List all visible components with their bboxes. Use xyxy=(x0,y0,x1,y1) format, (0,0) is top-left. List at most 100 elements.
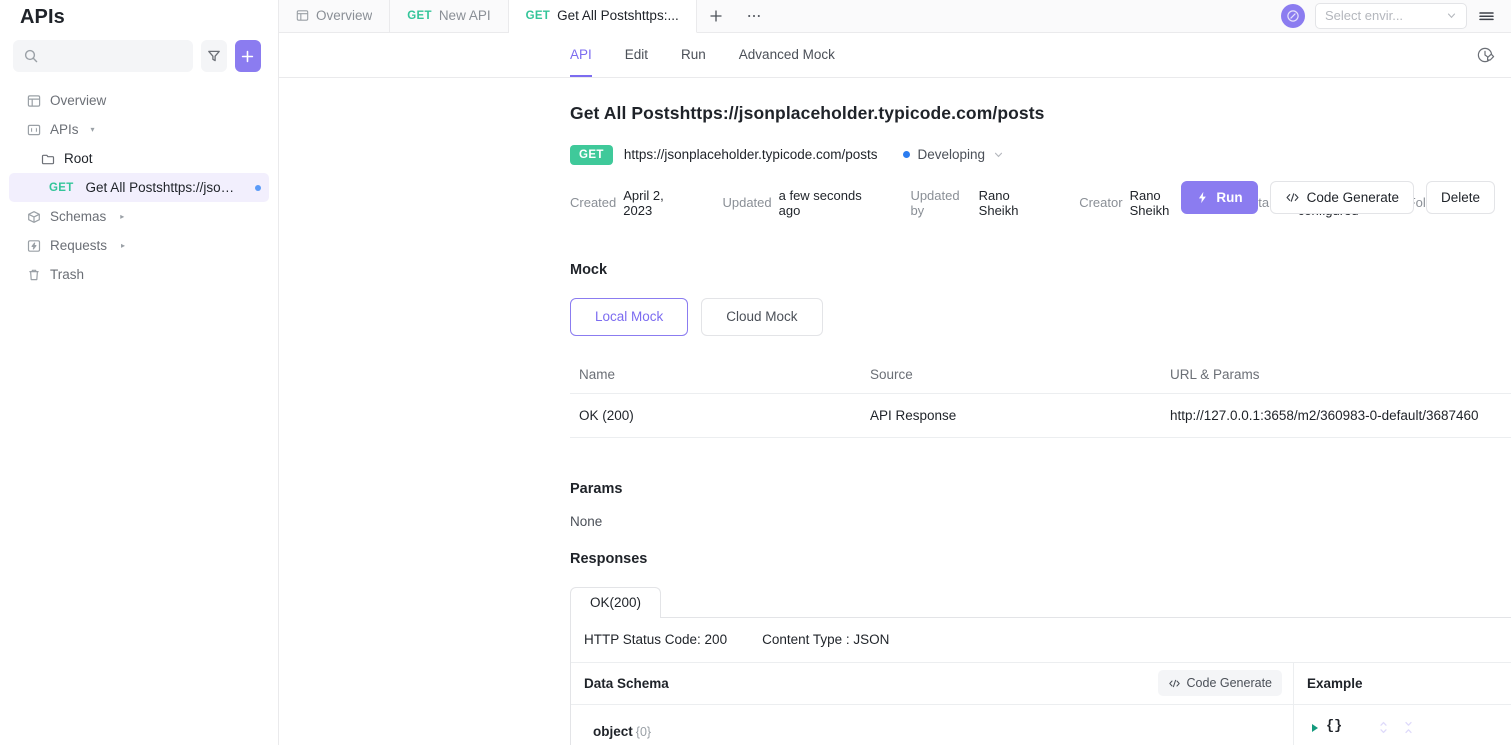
subtab-edit[interactable]: Edit xyxy=(625,33,648,77)
code-icon xyxy=(1168,679,1180,687)
search-box[interactable] xyxy=(13,40,193,72)
subtab-label: API xyxy=(570,47,592,63)
example-panel: Example {} xyxy=(1294,663,1511,745)
folder-icon xyxy=(41,152,55,166)
environment-placeholder: Select envir... xyxy=(1325,8,1404,24)
mock-table: Name Source URL & Params Actions OK (200… xyxy=(570,356,1511,438)
add-api-button[interactable] xyxy=(234,40,261,72)
data-schema-header: Data Schema Code Generate xyxy=(571,663,1293,705)
tab-new-api[interactable]: GET New API xyxy=(390,0,509,32)
sidebar: APIs Overview APIs ▾ Root GET Get All Po… xyxy=(0,0,279,745)
sidebar-item-root-folder[interactable]: Root xyxy=(9,144,269,173)
status-selector[interactable]: Developing xyxy=(902,147,1005,162)
run-button-label: Run xyxy=(1216,189,1243,205)
avatar[interactable] xyxy=(1281,3,1305,28)
sidebar-title: APIs xyxy=(20,6,65,28)
sidebar-item-schemas[interactable]: Schemas ▸ xyxy=(9,202,269,231)
content-scroll: Run Code Generate Delete Get All Postsht… xyxy=(279,78,1511,745)
delete-button[interactable]: Delete xyxy=(1425,180,1495,214)
tab-overview[interactable]: Overview xyxy=(279,0,391,32)
new-tab-button[interactable] xyxy=(697,0,735,32)
cell-url: http://127.0.0.1:3658/m2/360983-0-defaul… xyxy=(1170,407,1479,423)
tab-label: Get All Postshttps:... xyxy=(557,8,679,24)
environment-select[interactable]: Select envir... xyxy=(1315,2,1467,29)
header-actions: Run Code Generate Delete xyxy=(1181,180,1495,214)
response-columns: Data Schema Code Generate object {0} Exa… xyxy=(571,662,1511,745)
sidebar-item-label: Schemas xyxy=(50,209,107,224)
data-schema-title: Data Schema xyxy=(584,675,669,691)
chevron-down-icon[interactable]: ▾ xyxy=(91,125,95,134)
collapse-all-icon xyxy=(1405,721,1412,733)
tab-cloud-mock[interactable]: Cloud Mock xyxy=(701,297,823,336)
schema-code-generate-button[interactable]: Code Generate xyxy=(1157,670,1282,697)
filter-icon xyxy=(207,49,221,63)
method-badge: GET xyxy=(407,9,432,22)
status-dot-icon xyxy=(902,151,910,159)
subtab-label: Run xyxy=(681,47,706,63)
overview-icon xyxy=(296,9,309,22)
meta-key: Created xyxy=(570,195,617,211)
sidebar-item-label: Requests xyxy=(50,238,108,253)
meta-value: Rano Sheikh xyxy=(978,187,1019,218)
history-button[interactable] xyxy=(1475,45,1495,65)
sidebar-item-trash[interactable]: Trash xyxy=(9,260,269,289)
plus-icon xyxy=(710,10,722,22)
example-value: {} xyxy=(1326,718,1343,734)
chevron-right-icon[interactable]: ▸ xyxy=(120,212,124,221)
meta-key: Creator xyxy=(1079,195,1123,211)
responses-heading: Responses xyxy=(570,550,648,567)
subtab-advanced-mock[interactable]: Advanced Mock xyxy=(739,33,835,77)
url-row: GET https://jsonplaceholder.typicode.com… xyxy=(570,144,1511,165)
app-root: APIs Overview APIs ▾ Root GET Get All Po… xyxy=(0,0,1511,745)
history-edit-icon xyxy=(1477,47,1495,62)
main-menu-button[interactable] xyxy=(1467,9,1505,23)
schema-node-count: {0} xyxy=(635,724,652,739)
tab-label: New API xyxy=(438,8,491,24)
sidebar-item-label: Root xyxy=(64,151,93,166)
method-badge: GET xyxy=(570,144,613,165)
lightning-icon xyxy=(1199,191,1207,203)
example-header: Example xyxy=(1294,663,1511,705)
column-header-name: Name xyxy=(579,366,616,382)
sidebar-item-overview[interactable]: Overview xyxy=(9,86,269,115)
chevron-down-icon xyxy=(994,152,1003,158)
tab-response-ok200[interactable]: OK(200) xyxy=(570,586,662,618)
chevron-right-icon[interactable]: ▸ xyxy=(121,241,125,250)
sub-tab-bar: API Edit Run Advanced Mock xyxy=(279,32,1511,78)
subtab-api[interactable]: API xyxy=(570,33,592,77)
column-header-source: Source xyxy=(870,366,913,382)
meta-value: April 2, 2023 xyxy=(623,187,664,218)
subtab-label: Edit xyxy=(624,47,649,63)
sidebar-item-get-all-posts[interactable]: GET Get All Postshttps://json... xyxy=(9,173,269,202)
hamburger-menu-icon xyxy=(1478,12,1494,20)
subtab-run[interactable]: Run xyxy=(681,33,706,77)
mock-heading: Mock xyxy=(570,261,608,278)
subtab-label: Advanced Mock xyxy=(738,47,835,63)
sidebar-item-label: APIs xyxy=(50,122,79,137)
mock-tab-label: Local Mock xyxy=(595,309,664,325)
example-tool-icons xyxy=(1378,721,1414,734)
sidebar-item-label: Overview xyxy=(50,93,107,108)
code-generate-button[interactable]: Code Generate xyxy=(1269,180,1414,214)
tab-get-all-posts[interactable]: GET Get All Postshttps:... xyxy=(508,0,697,33)
sidebar-toolbar xyxy=(0,34,278,72)
column-header-url: URL & Params xyxy=(1170,366,1260,382)
search-input[interactable] xyxy=(45,48,182,64)
data-schema-body: object {0} xyxy=(571,705,1293,745)
filter-button[interactable] xyxy=(200,40,227,72)
response-meta-row: HTTP Status Code: 200 Content Type : JSO… xyxy=(571,618,1511,663)
tab-local-mock[interactable]: Local Mock xyxy=(570,297,689,336)
main-area: Overview GET New API GET Get All Postsht… xyxy=(279,0,1511,745)
code-icon xyxy=(1286,192,1299,202)
method-badge: GET xyxy=(525,9,551,22)
schema-icon xyxy=(27,210,41,224)
expand-triangle-icon[interactable] xyxy=(1312,723,1318,732)
tab-overflow-button[interactable] xyxy=(735,0,773,32)
table-row: OK (200) API Response http://127.0.0.1:3… xyxy=(570,394,1511,438)
delete-button-label: Delete xyxy=(1440,189,1480,205)
run-button[interactable]: Run xyxy=(1181,180,1258,214)
ellipsis-icon xyxy=(747,14,760,17)
sidebar-item-label: Trash xyxy=(50,267,85,282)
sidebar-item-requests[interactable]: Requests ▸ xyxy=(9,231,269,260)
sidebar-item-apis[interactable]: APIs ▾ xyxy=(9,115,269,144)
